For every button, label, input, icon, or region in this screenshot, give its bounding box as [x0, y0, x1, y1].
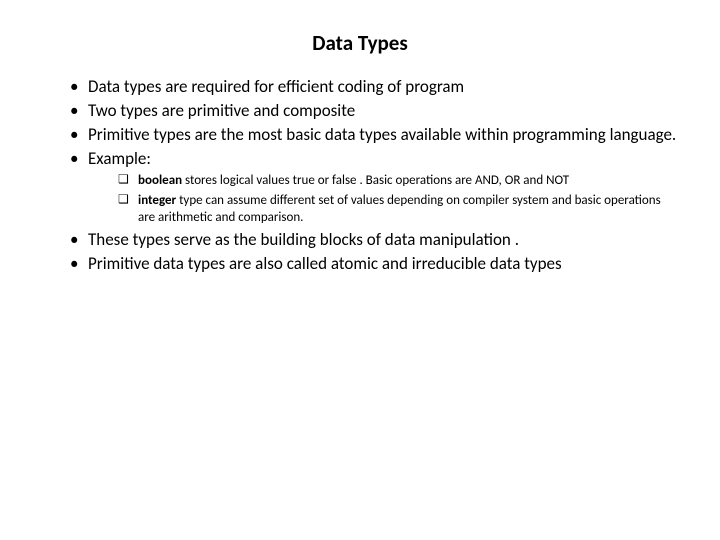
page-title: Data Types — [40, 30, 680, 56]
bold-term: integer — [138, 193, 176, 208]
list-item: These types serve as the building blocks… — [70, 229, 680, 251]
list-item: Primitive data types are also called ato… — [70, 253, 680, 275]
list-item: Data types are required for efficient co… — [70, 76, 680, 98]
list-item-text: type can assume different set of values … — [138, 193, 661, 226]
list-item: Two types are primitive and composite — [70, 100, 680, 122]
bullet-list-top: Data types are required for efficient co… — [40, 76, 680, 170]
list-item: integer type can assume different set of… — [118, 192, 680, 227]
list-item: boolean stores logical values true or fa… — [118, 172, 680, 190]
bold-term: boolean — [138, 173, 182, 188]
list-item: Primitive types are the most basic data … — [70, 124, 680, 146]
bullet-list-nested: boolean stores logical values true or fa… — [40, 172, 680, 227]
list-item-text: stores logical values true or false . Ba… — [182, 173, 569, 188]
list-item: Example: — [70, 148, 680, 170]
bullet-list-bottom: These types serve as the building blocks… — [40, 229, 680, 275]
